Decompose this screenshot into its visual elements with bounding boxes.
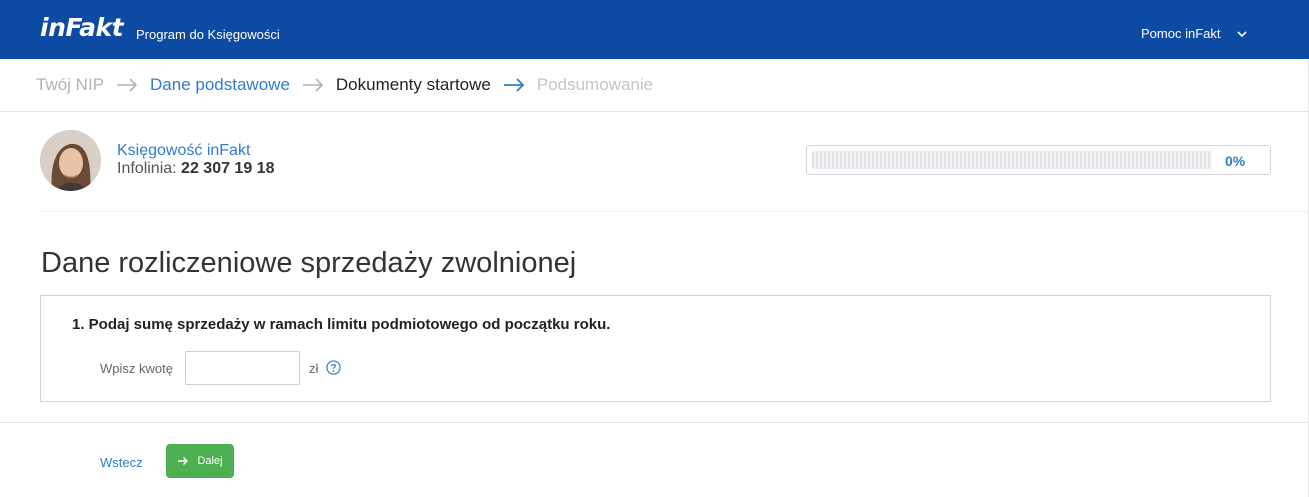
step-basic-data[interactable]: Dane podstawowe bbox=[150, 75, 290, 95]
back-link[interactable]: Wstecz bbox=[100, 455, 143, 470]
question-text: 1. Podaj sumę sprzedaży w ramach limitu … bbox=[72, 316, 611, 333]
form-card: 1. Podaj sumę sprzedaży w ramach limitu … bbox=[40, 295, 1271, 402]
page-title: Dane rozliczeniowe sprzedaży zwolnionej bbox=[41, 247, 577, 279]
amount-input[interactable] bbox=[185, 351, 300, 385]
next-button-label: Dalej bbox=[197, 455, 223, 467]
arrow-right-icon bbox=[503, 78, 525, 92]
divider bbox=[0, 422, 1309, 423]
currency-label: zł bbox=[309, 361, 319, 376]
wizard-stepper: Twój NIP Dane podstawowe Dokumenty start… bbox=[0, 59, 1309, 112]
step-nip: Twój NIP bbox=[36, 75, 105, 94]
amount-label: Wpisz kwotę bbox=[100, 361, 173, 376]
question-mark-icon[interactable] bbox=[326, 360, 341, 375]
avatar bbox=[40, 130, 101, 191]
accounting-contact-name[interactable]: Księgowość inFakt bbox=[117, 142, 250, 160]
help-menu[interactable]: Pomoc inFakt bbox=[1141, 26, 1248, 41]
divider bbox=[40, 211, 1309, 212]
progress-bar: 0% bbox=[806, 145, 1271, 175]
next-button[interactable]: Dalej bbox=[166, 444, 234, 478]
avatar-portrait-icon bbox=[40, 130, 101, 191]
app-name: Program do Księgowości bbox=[136, 27, 280, 42]
hotline-label: Infolinia: bbox=[117, 160, 177, 177]
step-summary: Podsumowanie bbox=[536, 75, 654, 94]
step-start-documents: Dokumenty startowe bbox=[335, 75, 491, 94]
top-bar: inFakt Program do Księgowości Pomoc inFa… bbox=[0, 0, 1309, 59]
hotline-number: 22 307 19 18 bbox=[181, 160, 275, 177]
arrow-right-icon bbox=[178, 457, 189, 465]
infakt-logo[interactable]: inFakt bbox=[40, 13, 124, 42]
hotline-info: Infolinia: 22 307 19 18 bbox=[117, 160, 274, 178]
progress-label: 0% bbox=[1225, 153, 1246, 169]
progress-track bbox=[812, 151, 1212, 169]
arrow-right-icon bbox=[117, 78, 138, 92]
chevron-down-icon bbox=[1237, 30, 1248, 37]
arrow-right-icon bbox=[302, 78, 324, 92]
help-menu-label: Pomoc inFakt bbox=[1141, 26, 1221, 41]
